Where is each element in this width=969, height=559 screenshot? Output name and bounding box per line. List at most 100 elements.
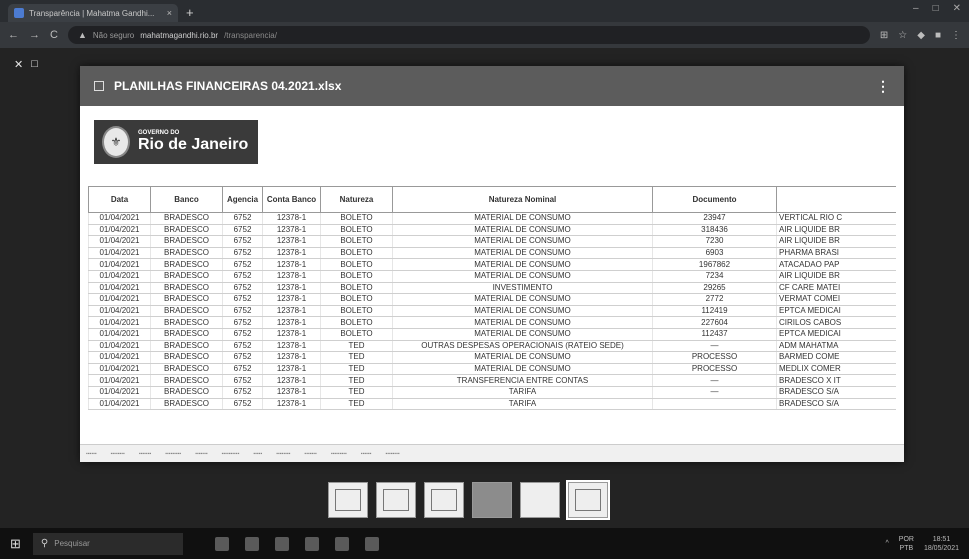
table-cell[interactable]: VERTICAL RIO C xyxy=(776,212,896,225)
table-cell[interactable]: MATERIAL DE CONSUMO xyxy=(392,316,653,329)
table-cell[interactable]: 01/04/2021 xyxy=(88,374,151,387)
table-cell[interactable]: TED xyxy=(320,374,393,387)
table-cell[interactable]: 12378-1 xyxy=(262,270,321,283)
table-cell[interactable]: INVESTIMENTO xyxy=(392,282,653,295)
table-cell[interactable]: 112437 xyxy=(652,328,777,341)
table-cell[interactable]: 6752 xyxy=(222,363,263,376)
table-cell[interactable]: 1967862 xyxy=(652,258,777,271)
table-cell[interactable]: 7234 xyxy=(652,270,777,283)
table-cell[interactable]: BOLETO xyxy=(320,316,393,329)
table-cell[interactable]: TED xyxy=(320,351,393,364)
table-cell[interactable]: ADM MAHATMA xyxy=(776,340,896,353)
table-cell[interactable]: ATACADAO PAP xyxy=(776,258,896,271)
table-cell[interactable]: 29265 xyxy=(652,282,777,295)
table-cell[interactable]: 12378-1 xyxy=(262,293,321,306)
table-cell[interactable]: 6752 xyxy=(222,328,263,341)
table-cell[interactable]: 01/04/2021 xyxy=(88,235,151,248)
app-icon[interactable] xyxy=(334,536,349,551)
table-cell[interactable]: BRADESCO xyxy=(150,374,223,387)
store-icon[interactable] xyxy=(304,536,319,551)
table-cell[interactable]: 12378-1 xyxy=(262,247,321,260)
extension-icon[interactable]: ◆ xyxy=(917,30,925,41)
table-cell[interactable]: 12378-1 xyxy=(262,235,321,248)
table-cell[interactable]: — xyxy=(652,386,777,399)
table-cell[interactable]: BOLETO xyxy=(320,224,393,237)
table-cell[interactable]: 12378-1 xyxy=(262,398,321,411)
table-cell[interactable]: BRADESCO xyxy=(150,224,223,237)
table-cell[interactable]: BRADESCO xyxy=(150,328,223,341)
table-cell[interactable]: 318436 xyxy=(652,224,777,237)
table-cell[interactable]: BRADESCO xyxy=(150,270,223,283)
table-cell[interactable]: BRADESCO X IT xyxy=(776,374,896,387)
table-cell[interactable]: 6752 xyxy=(222,293,263,306)
table-cell[interactable]: MATERIAL DE CONSUMO xyxy=(392,224,653,237)
back-button[interactable]: ← xyxy=(8,29,19,41)
table-cell[interactable]: EPTCA MEDICAI xyxy=(776,328,896,341)
sheet-tab[interactable]: ▪▪▪▪▪▪▪▪▪▪ xyxy=(222,451,240,457)
table-cell[interactable]: 01/04/2021 xyxy=(88,340,151,353)
sheet-tab[interactable]: ▪▪▪▪▪▪▪▪ xyxy=(276,451,290,457)
table-cell[interactable]: — xyxy=(652,374,777,387)
table-cell[interactable]: 23947 xyxy=(652,212,777,225)
table-cell[interactable]: 01/04/2021 xyxy=(88,258,151,271)
thumbnail[interactable] xyxy=(328,482,368,518)
table-cell[interactable]: MATERIAL DE CONSUMO xyxy=(392,328,653,341)
table-cell[interactable]: 12378-1 xyxy=(262,224,321,237)
table-cell[interactable]: BOLETO xyxy=(320,258,393,271)
table-cell[interactable]: MATERIAL DE CONSUMO xyxy=(392,351,653,364)
table-cell[interactable]: 01/04/2021 xyxy=(88,282,151,295)
tab-close-icon[interactable]: × xyxy=(167,8,172,18)
maximize-button[interactable]: □ xyxy=(933,3,939,14)
table-cell[interactable]: 6752 xyxy=(222,258,263,271)
table-cell[interactable]: 01/04/2021 xyxy=(88,398,151,411)
sheet-tab[interactable]: ▪▪▪▪▪▪ xyxy=(361,451,372,457)
table-cell[interactable]: 12378-1 xyxy=(262,212,321,225)
task-view-icon[interactable] xyxy=(214,536,229,551)
table-cell[interactable]: PROCESSO xyxy=(652,363,777,376)
table-cell[interactable]: TARIFA xyxy=(392,386,653,399)
table-cell[interactable]: 227604 xyxy=(652,316,777,329)
profile-icon[interactable]: ■ xyxy=(935,30,941,41)
chrome-icon[interactable] xyxy=(274,536,289,551)
table-cell[interactable]: 6752 xyxy=(222,374,263,387)
tray-expand-icon[interactable]: ^ xyxy=(885,540,888,547)
table-cell[interactable]: BOLETO xyxy=(320,305,393,318)
table-cell[interactable]: 12378-1 xyxy=(262,374,321,387)
table-cell[interactable]: OUTRAS DESPESAS OPERACIONAIS (RATEIO SED… xyxy=(392,340,653,353)
close-window-button[interactable]: ✕ xyxy=(953,3,961,14)
warning-icon[interactable]: ▲ xyxy=(78,30,87,40)
table-cell[interactable]: EPTCA MEDICAI xyxy=(776,305,896,318)
table-cell[interactable]: BRADESCO xyxy=(150,351,223,364)
table-cell[interactable]: 12378-1 xyxy=(262,386,321,399)
table-cell[interactable]: 12378-1 xyxy=(262,340,321,353)
more-options-icon[interactable]: ⋮ xyxy=(876,78,890,95)
table-cell[interactable]: BRADESCO xyxy=(150,258,223,271)
start-button[interactable]: ⊞ xyxy=(10,536,21,552)
table-cell[interactable]: TARIFA xyxy=(392,398,653,411)
table-cell[interactable]: 6752 xyxy=(222,282,263,295)
table-cell[interactable]: 01/04/2021 xyxy=(88,386,151,399)
table-cell[interactable]: 7230 xyxy=(652,235,777,248)
minimize-button[interactable]: – xyxy=(913,3,919,14)
table-cell[interactable]: TED xyxy=(320,398,393,411)
table-cell[interactable]: BRADESCO xyxy=(150,247,223,260)
table-cell[interactable]: — xyxy=(652,340,777,353)
table-cell[interactable]: BRADESCO S/A xyxy=(776,386,896,399)
table-cell[interactable]: MATERIAL DE CONSUMO xyxy=(392,363,653,376)
sheet-tab[interactable]: ▪▪▪▪▪▪▪▪▪ xyxy=(165,451,181,457)
table-cell[interactable]: PROCESSO xyxy=(652,351,777,364)
sheet-tab[interactable]: ▪▪▪▪▪▪▪▪▪ xyxy=(331,451,347,457)
table-cell[interactable]: BOLETO xyxy=(320,212,393,225)
table-cell[interactable]: MATERIAL DE CONSUMO xyxy=(392,212,653,225)
thumbnail[interactable] xyxy=(424,482,464,518)
app-icon[interactable] xyxy=(364,536,379,551)
table-cell[interactable]: 01/04/2021 xyxy=(88,363,151,376)
table-cell[interactable]: 6752 xyxy=(222,340,263,353)
table-cell[interactable]: 01/04/2021 xyxy=(88,293,151,306)
table-cell[interactable]: 6903 xyxy=(652,247,777,260)
table-cell[interactable]: TED xyxy=(320,340,393,353)
table-cell[interactable]: AIR LIQUIDE BR xyxy=(776,224,896,237)
table-cell[interactable]: BOLETO xyxy=(320,235,393,248)
sheet-tab[interactable]: ▪▪▪▪▪▪▪ xyxy=(139,451,151,457)
table-cell[interactable]: MATERIAL DE CONSUMO xyxy=(392,258,653,271)
